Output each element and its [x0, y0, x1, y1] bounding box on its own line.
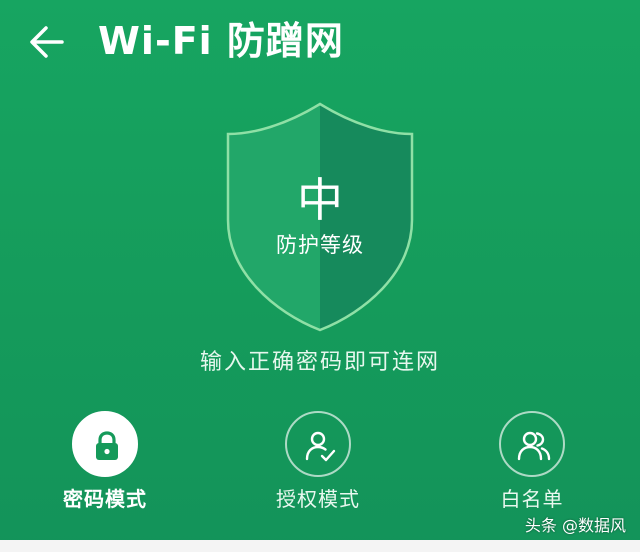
watermark: 头条 @数据风: [524, 516, 626, 535]
bottom-strip: [0, 540, 640, 552]
authorization-mode-button[interactable]: 授权模式: [238, 408, 398, 528]
whitelist-button[interactable]: 白名单: [452, 408, 612, 528]
connection-hint: 输入正确密码即可连网: [199, 350, 440, 375]
protection-level-label: 防护等级: [276, 233, 364, 257]
page-title: Wi-Fi 防蹭网: [98, 19, 344, 63]
protection-level-value: 中: [297, 173, 343, 227]
lock-icon: [96, 431, 118, 460]
user-check-icon: [305, 431, 336, 462]
authorization-mode-label: 授权模式: [276, 487, 360, 511]
authorization-mode-circle: [285, 411, 351, 477]
password-mode-label: 密码模式: [63, 487, 147, 511]
password-mode-button[interactable]: 密码模式: [25, 408, 185, 528]
app-header: Wi-Fi 防蹭网: [0, 0, 640, 84]
password-mode-circle: [72, 411, 138, 477]
back-button[interactable]: [22, 16, 74, 68]
back-arrow-icon: [30, 26, 64, 58]
whitelist-circle: [499, 411, 565, 477]
users-icon: [517, 431, 551, 461]
whitelist-label: 白名单: [500, 487, 564, 511]
protection-shield: 中 防护等级: [222, 100, 418, 334]
